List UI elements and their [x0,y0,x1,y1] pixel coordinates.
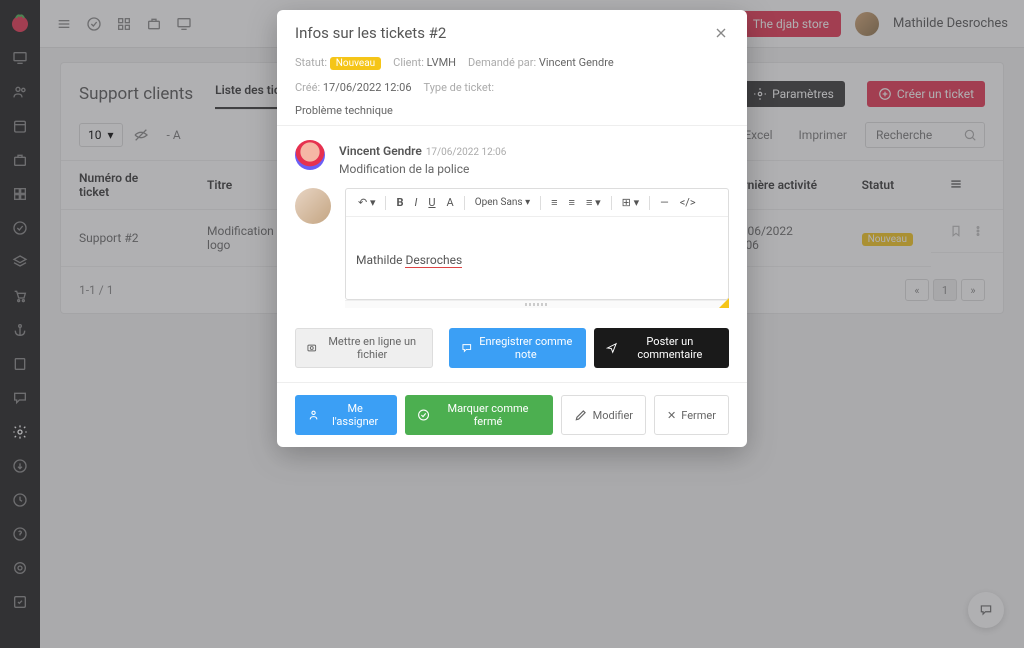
rich-editor: ↶ ▾ B I U A Open Sans ▾ ≡ ≡ ≡ ▾ ⊞ ▾ [345,188,729,300]
commenter-avatar [295,140,325,170]
resize-handle[interactable] [345,300,729,308]
code-icon[interactable]: </> [676,194,700,211]
italic-button[interactable]: I [411,194,422,211]
editor-textarea[interactable]: Mathilde Desroches [346,217,728,299]
modal-overlay: Infos sur les tickets #2 Statut: Nouveau… [0,0,1024,648]
color-button[interactable]: A [443,194,458,211]
undo-icon[interactable]: ↶ ▾ [354,194,379,211]
list-ol-icon[interactable]: ≡ [565,194,579,211]
list-ul-icon[interactable]: ≡ [547,194,561,211]
upload-button[interactable]: Mettre en ligne un fichier [295,328,433,368]
close-icon[interactable] [713,25,729,41]
comment-item: Vincent Gendre17/06/2022 12:06 Modificat… [277,126,747,184]
editor-avatar [295,188,331,224]
edit-button[interactable]: Modifier [561,395,646,435]
hr-icon[interactable]: — [656,194,673,211]
post-comment-button[interactable]: Poster un commentaire [594,328,729,368]
ticket-modal: Infos sur les tickets #2 Statut: Nouveau… [277,10,747,447]
corner-marker-icon [719,298,729,308]
save-note-button[interactable]: Enregistrer comme note [449,328,586,368]
modal-title: Infos sur les tickets #2 [295,24,446,42]
font-dropdown[interactable]: Open Sans ▾ [471,195,534,210]
close-button[interactable]: ✕ Fermer [654,395,729,435]
underline-button[interactable]: U [424,194,439,211]
assign-me-button[interactable]: Me l'assigner [295,395,397,435]
table-icon[interactable]: ⊞ ▾ [618,194,643,211]
bold-button[interactable]: B [392,194,407,211]
ticket-meta: Statut: Nouveau Client: LVMH Demandé par… [277,56,747,126]
align-icon[interactable]: ≡ ▾ [582,194,605,211]
mark-closed-button[interactable]: Marquer comme fermé [405,395,552,435]
